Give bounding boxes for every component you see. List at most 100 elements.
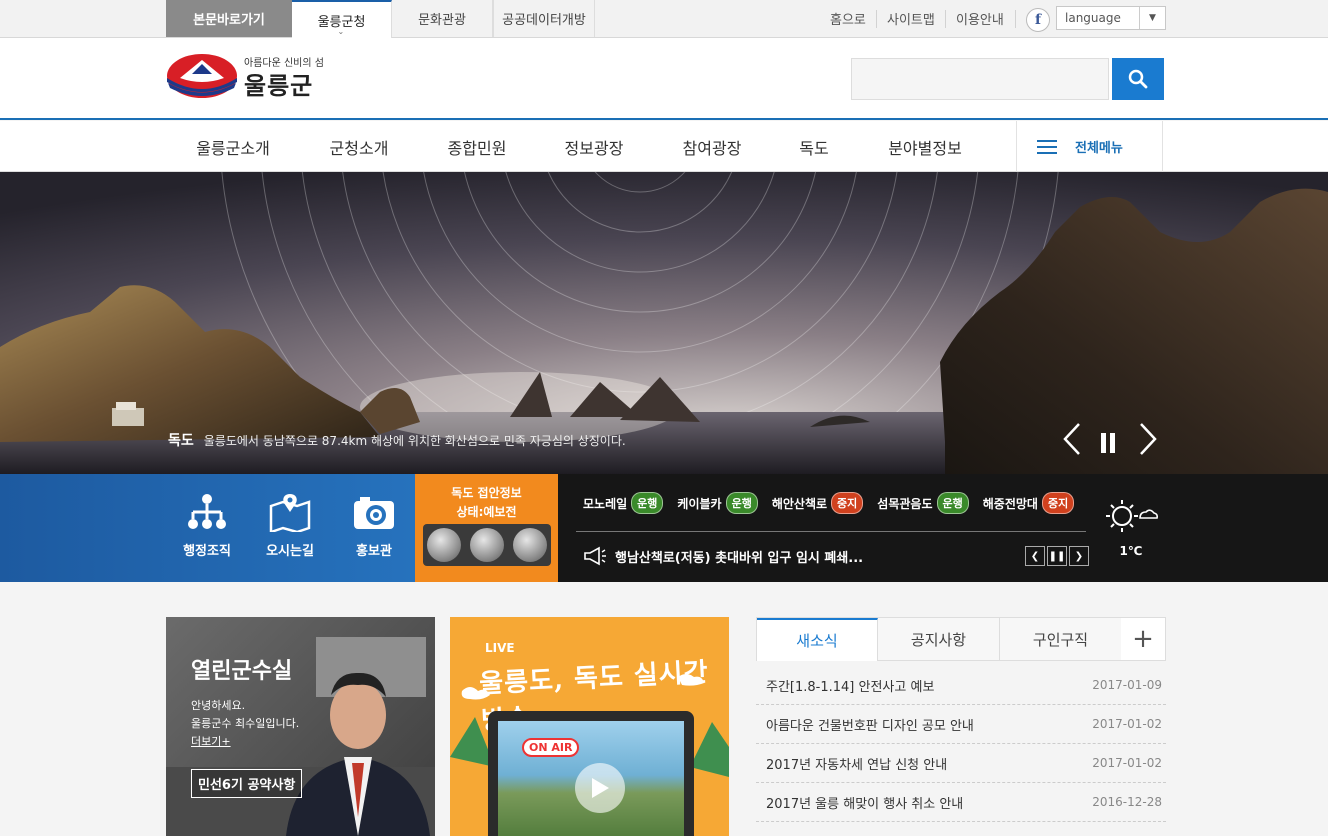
sitemap-link[interactable]: 사이트맵 [887,0,935,37]
news-title: 2017년 자동차세 연납 신청 안내 [766,757,948,773]
news-tabs: 새소식 공지사항 구인구직 + [756,617,1166,661]
weather-widget: 1℃ [1104,498,1158,568]
megaphone-icon [584,546,606,566]
nav-item-civil-service[interactable]: 종합민원 [424,121,530,172]
tab-jobs[interactable]: 구인구직 [1000,618,1122,660]
status-coastal-trail: 해안산책로 중지 [771,492,864,514]
sun-cloud-icon [1106,500,1158,532]
more-plus-icon[interactable]: + [1121,618,1165,660]
facebook-icon[interactable]: f [1026,8,1050,32]
news-panel: 새소식 공지사항 구인구직 + 주간[1.8-1.14] 안전사고 예보 201… [756,617,1166,836]
quick-info-bar: 행정조직 오시는길 홍보관 독도 접안정보 상태:예보전 모노레일 운행 케이블… [0,474,1328,582]
hero-caption-text: 울릉도에서 동남쪽으로 87.4km 해상에 위치한 화산섬으로 민족 자긍심의… [203,434,626,448]
news-title: 아름다운 건물번호판 디자인 공모 안내 [766,718,974,734]
notice-pause-button[interactable]: ❚❚ [1047,546,1067,566]
nav-item-about[interactable]: 울릉군소개 [180,121,286,172]
notice-ticker[interactable]: 행남산책로(저동) 촛대바위 입구 임시 폐쇄... [583,546,863,566]
notice-text: 행남산책로(저동) 촛대바위 입구 임시 폐쇄... [615,550,864,566]
mayor-intro: 울릉군수 최수일입니다. [191,717,300,730]
quick-links-panel: 행정조직 오시는길 홍보관 [0,474,415,582]
play-button[interactable] [575,763,625,813]
quick-link-directions[interactable]: 오시는길 [250,492,330,559]
skip-to-content-link[interactable]: 본문바로가기 [166,0,292,37]
all-menu-label: 전체메뉴 [1075,141,1123,156]
mayor-greeting: 안녕하세요. [191,699,246,712]
facility-status-list: 모노레일 운행 케이블카 운행 해안산책로 중지 섬목관음도 운행 해중전망대 중지 [583,492,1088,514]
news-item[interactable]: 2017년 자동차세 연납 신청 안내 2017-01-02 [756,744,1166,783]
slider-pause-button[interactable] [1100,429,1116,459]
caret-down-icon: ▼ [1139,7,1165,29]
news-date: 2017-01-02 [1092,717,1162,731]
hero-slider: 독도 울릉도에서 동남쪽으로 87.4km 해상에 위치한 화산섬으로 민족 자… [0,172,1328,474]
nav-item-info-plaza[interactable]: 정보광장 [541,121,647,172]
dokdo-status-state: 상태:예보전 [456,505,517,519]
quick-link-label: 오시는길 [266,544,314,559]
tab-public-data[interactable]: 공공데이터개방 [493,0,595,37]
chevron-down-icon: ⌄ [337,27,345,36]
all-menu-button[interactable]: 전체메뉴 [1016,121,1163,172]
tab-notices[interactable]: 공지사항 [878,618,1000,660]
quick-link-promo-hall[interactable]: 홍보관 [334,492,414,559]
status-light [469,528,504,562]
status-name: 해안산책로 [771,496,828,511]
main-navigation: 울릉군소개 군청소개 종합민원 정보광장 참여광장 독도 분야별정보 전체메뉴 [0,121,1328,172]
status-name: 해중전망대 [982,496,1038,511]
hero-caption-title: 독도 [168,433,194,449]
language-label: language [1065,11,1121,25]
news-item[interactable]: 2017년 울릉 해맞이 행사 취소 안내 2016-12-28 [756,783,1166,822]
notice-controls: ❮ ❚❚ ❯ [1025,546,1091,566]
notice-prev-button[interactable]: ❮ [1025,546,1045,566]
temperature: 1℃ [1119,544,1143,558]
live-tag: LIVE [485,641,515,655]
on-air-badge: ON AIR [522,738,580,757]
camera-icon [354,497,394,529]
status-badge: 운행 [936,492,969,514]
nav-item-field-info[interactable]: 분야별정보 [872,121,978,172]
play-icon [592,778,609,798]
live-broadcast-card[interactable]: LIVE 울릉도, 독도 실시간 방송 ON AIR [450,617,729,836]
status-light [427,528,462,562]
dokdo-night-photo [0,172,1328,474]
search-icon [1128,69,1148,89]
status-gwaneumdo: 섬목관음도 운행 [877,492,969,514]
site-logo[interactable]: 아름다운 신비의 섬 울릉군 [166,52,336,102]
news-date: 2017-01-02 [1092,756,1162,770]
chevron-left-icon [1063,423,1080,455]
slider-prev-button[interactable] [1062,422,1082,462]
tab-news[interactable]: 새소식 [757,618,878,661]
chevron-right-icon [1140,423,1157,455]
divider [876,10,877,28]
quick-link-organization[interactable]: 행정조직 [167,492,247,559]
slider-next-button[interactable] [1138,422,1158,462]
hero-caption: 독도 울릉도에서 동남쪽으로 87.4km 해상에 위치한 화산섬으로 민족 자… [168,430,626,450]
notice-next-button[interactable]: ❯ [1069,546,1089,566]
tab-ulleung-office[interactable]: 울릉군청 ⌄ [292,0,392,38]
logo-emblem-icon [167,54,237,98]
news-date: 2016-12-28 [1092,795,1162,809]
mayor-office-card[interactable]: 열린군수실 안녕하세요. 울릉군수 최수일입니다. 더보기+ 민선6기 공약사항 [166,617,435,836]
divider [945,10,946,28]
broadcast-preview: ON AIR [498,721,684,836]
pledge-button[interactable]: 민선6기 공약사항 [191,769,303,798]
quick-link-label: 행정조직 [183,544,231,559]
divider [1015,10,1016,28]
search-button[interactable] [1112,58,1164,100]
usage-guide-link[interactable]: 이용안내 [956,0,1004,37]
nav-item-participation[interactable]: 참여광장 [659,121,765,172]
status-name: 섬목관음도 [877,496,933,511]
mayor-more-link[interactable]: 더보기+ [191,733,231,749]
top-utility-bar: 본문바로가기 울릉군청 ⌄ 문화관광 공공데이터개방 홈으로 사이트맵 이용안내… [0,0,1328,38]
nav-item-office[interactable]: 군청소개 [306,121,412,172]
mayor-office-title: 열린군수실 [191,659,293,684]
language-select[interactable]: language ▼ [1056,6,1166,30]
news-item[interactable]: 주간[1.8-1.14] 안전사고 예보 2017-01-09 [756,666,1166,705]
news-item[interactable]: 아름다운 건물번호판 디자인 공모 안내 2017-01-02 [756,705,1166,744]
home-link[interactable]: 홈으로 [830,0,866,37]
dokdo-docking-status[interactable]: 독도 접안정보 상태:예보전 [415,474,558,582]
tab-culture-tourism[interactable]: 문화관광 [392,0,493,37]
status-name: 모노레일 [583,496,628,511]
search-input[interactable] [851,58,1109,100]
nav-item-dokdo[interactable]: 독도 [776,121,852,172]
status-cablecar: 케이블카 운행 [677,492,758,514]
status-badge: 중지 [831,492,864,514]
